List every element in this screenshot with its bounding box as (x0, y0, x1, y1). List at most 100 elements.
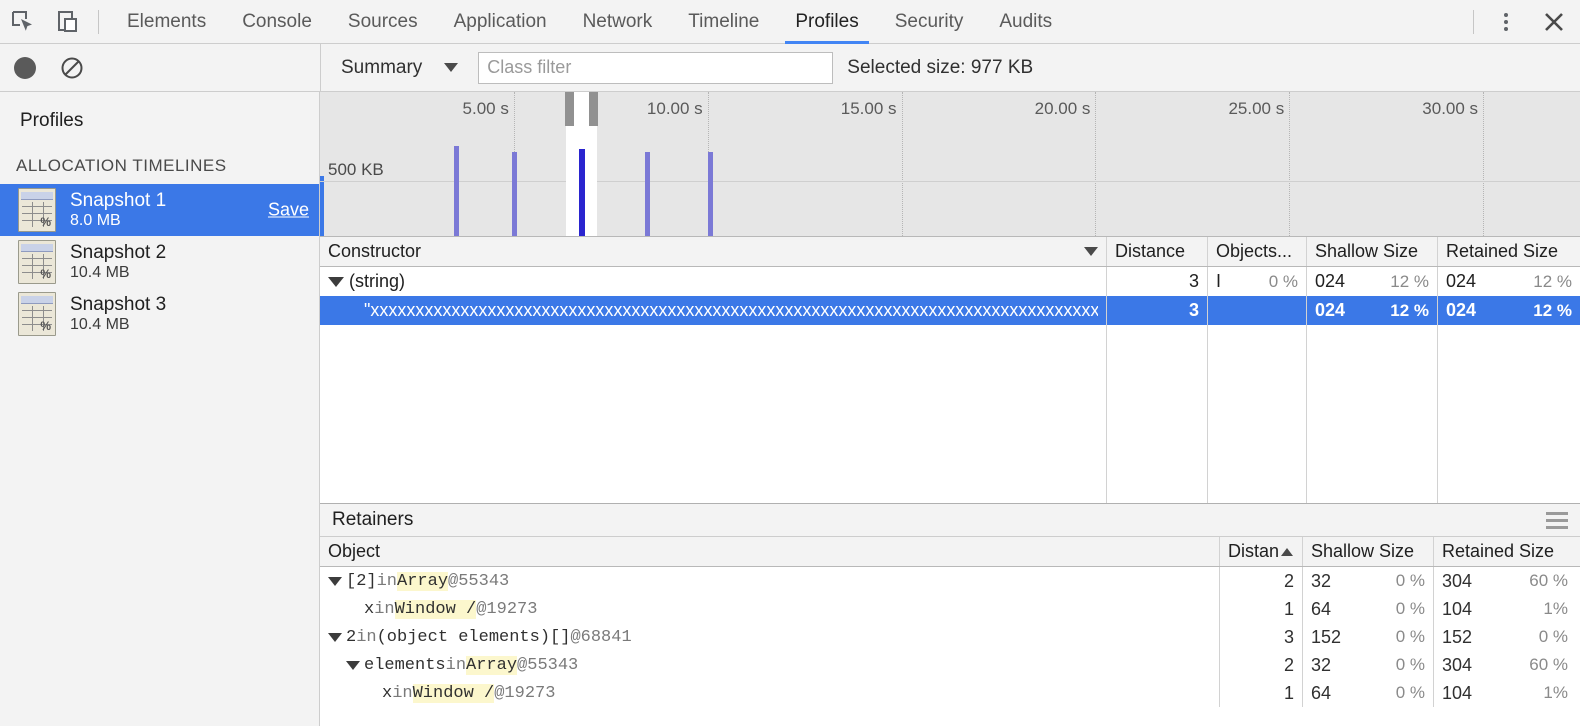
overview-tick-label: 20.00 s (1035, 99, 1096, 119)
expand-triangle-icon[interactable] (328, 277, 344, 287)
vertical-dots-icon[interactable] (1484, 0, 1528, 44)
percent-glyph: % (40, 319, 51, 333)
profiles-main: 5.00 s10.00 s15.00 s20.00 s25.00 s30.00 … (320, 92, 1580, 726)
selected-size-label: Selected size: 977 KB (847, 57, 1033, 79)
table-row[interactable]: (string) 3 I 0 % 024 12 % 024 12 % (320, 267, 1580, 296)
tab-sources[interactable]: Sources (330, 0, 436, 44)
save-snapshot-link[interactable]: Save (268, 200, 309, 221)
column-header-shallow-size[interactable]: Shallow Size (1307, 237, 1438, 266)
tab-label: Security (895, 11, 964, 33)
column-header-distance[interactable]: Distance (1107, 237, 1208, 266)
distance-value: 3 (1189, 271, 1199, 292)
hamburger-menu-icon[interactable] (1546, 512, 1568, 529)
table-row[interactable]: x in Window / @192731640 %1041% (320, 679, 1580, 707)
table-row[interactable]: [2] in Array @553432320 %30460 % (320, 567, 1580, 595)
device-toolbar-icon[interactable] (46, 0, 92, 44)
snapshot-text: Snapshot 3 10.4 MB (70, 294, 166, 334)
tab-profiles[interactable]: Profiles (777, 0, 876, 44)
retainer-path-segment: x (364, 600, 374, 619)
column-header-object[interactable]: Object (320, 537, 1220, 566)
percent-glyph: % (40, 267, 51, 281)
column-header-retained-size[interactable]: Retained Size (1438, 237, 1580, 266)
tab-timeline[interactable]: Timeline (670, 0, 777, 44)
retainer-object-path: elements in Array @55343 (364, 656, 578, 675)
retained-size-value: 304 (1442, 571, 1472, 592)
table-row[interactable]: 2 in (object elements)[] @6884131520 %15… (320, 623, 1580, 651)
secondary-toolbar: Summary Selected size: 977 KB (0, 44, 1580, 92)
retainers-header-bar: Retainers (320, 503, 1580, 537)
chevron-down-icon[interactable] (444, 63, 458, 72)
sort-asc-icon (1281, 548, 1293, 556)
clear-prohibited-icon[interactable] (60, 56, 84, 80)
retainer-object-path: [2] in Array @55343 (346, 572, 509, 591)
retained-size-value: 024 (1446, 300, 1476, 321)
cell-distance: 3 (1220, 623, 1303, 651)
tab-label: Audits (999, 11, 1052, 33)
retained-size-percent: 1% (1543, 599, 1568, 619)
record-circle-icon[interactable] (14, 57, 36, 79)
view-mode-label[interactable]: Summary (341, 57, 422, 79)
tab-network[interactable]: Network (565, 0, 671, 44)
snapshot-icon: % (18, 240, 56, 284)
retainer-path-segment: @19273 (476, 600, 537, 619)
expand-triangle-icon[interactable] (328, 577, 342, 586)
sidebar-section-allocation-timelines: ALLOCATION TIMELINES (0, 132, 319, 184)
tab-console[interactable]: Console (224, 0, 330, 44)
sidebar-item-snapshot-2[interactable]: % Snapshot 2 10.4 MB (0, 236, 319, 288)
constructors-grid-header: Constructor Distance Objects... Shallow … (320, 237, 1580, 267)
overview-tick-label: 25.00 s (1228, 99, 1289, 119)
overview-y-label: 500 KB (328, 160, 384, 180)
cell-retained-size: 024 12 % (1438, 296, 1580, 325)
cell-objects: I 0 % (1208, 267, 1307, 296)
retainer-path-segment: (object elements)[] (377, 628, 571, 647)
retainer-path-segment: @19273 (494, 684, 555, 703)
sidebar-item-snapshot-3[interactable]: % Snapshot 3 10.4 MB (0, 288, 319, 340)
overview-tick-label: 5.00 s (463, 99, 514, 119)
inspect-element-icon[interactable] (0, 0, 46, 44)
sort-desc-icon (1084, 247, 1098, 256)
table-row[interactable]: "xxxxxxxxxxxxxxxxxxxxxxxxxxxxxxxxxxxxxxx… (320, 296, 1580, 325)
table-row[interactable]: x in Window / @192731640 %1041% (320, 595, 1580, 623)
constructor-name: (string) (349, 271, 405, 292)
cell-shallow-size: 320 % (1303, 651, 1434, 679)
retainer-path-segment: in (377, 572, 397, 591)
tab-security[interactable]: Security (877, 0, 982, 44)
panel-tabs: Elements Console Sources Application Net… (109, 0, 1070, 44)
tab-audits[interactable]: Audits (981, 0, 1070, 44)
column-header-distance[interactable]: Distan (1220, 537, 1303, 566)
devtools-window: Elements Console Sources Application Net… (0, 0, 1580, 726)
column-header-retained-size[interactable]: Retained Size (1434, 537, 1576, 566)
retainer-path-segment: in (374, 600, 394, 619)
cell-constructor: (string) (320, 267, 1107, 296)
retainer-path-segment: in (392, 684, 412, 703)
sidebar-item-snapshot-1[interactable]: % Snapshot 1 8.0 MB Save (0, 184, 319, 236)
expand-triangle-icon[interactable] (346, 661, 360, 670)
retainer-path-segment: @55343 (517, 656, 578, 675)
cell-object: [2] in Array @55343 (320, 567, 1220, 595)
retainer-path-segment: Window / (395, 600, 477, 619)
allocation-timeline-overview[interactable]: 5.00 s10.00 s15.00 s20.00 s25.00 s30.00 … (320, 92, 1580, 237)
shallow-size-value: 024 (1315, 271, 1345, 292)
cell-object: 2 in (object elements)[] @68841 (320, 623, 1220, 651)
shallow-size-percent: 0 % (1396, 599, 1425, 619)
shallow-size-value: 024 (1315, 300, 1345, 321)
column-header-shallow-size[interactable]: Shallow Size (1303, 537, 1434, 566)
table-row[interactable]: elements in Array @553432320 %30460 % (320, 651, 1580, 679)
snapshot-icon: % (18, 292, 56, 336)
overview-selection-handle-left[interactable] (565, 92, 574, 126)
column-header-objects[interactable]: Objects... (1208, 237, 1307, 266)
expand-triangle-icon[interactable] (328, 633, 342, 642)
tab-application[interactable]: Application (436, 0, 565, 44)
retainers-rows: [2] in Array @553432320 %30460 %x in Win… (320, 567, 1580, 707)
retainer-path-segment: Window / (413, 684, 495, 703)
close-icon[interactable] (1528, 0, 1580, 44)
retainer-path-segment: Array (397, 572, 448, 591)
toolbar-divider-right (1473, 10, 1474, 34)
overview-selection-handle-right[interactable] (589, 92, 598, 126)
snapshot-name: Snapshot 2 (70, 242, 166, 264)
class-filter-input[interactable] (478, 52, 833, 84)
column-header-constructor[interactable]: Constructor (320, 237, 1107, 266)
tab-elements[interactable]: Elements (109, 0, 224, 44)
allocation-bar (708, 152, 713, 236)
percent-glyph: % (40, 215, 51, 229)
